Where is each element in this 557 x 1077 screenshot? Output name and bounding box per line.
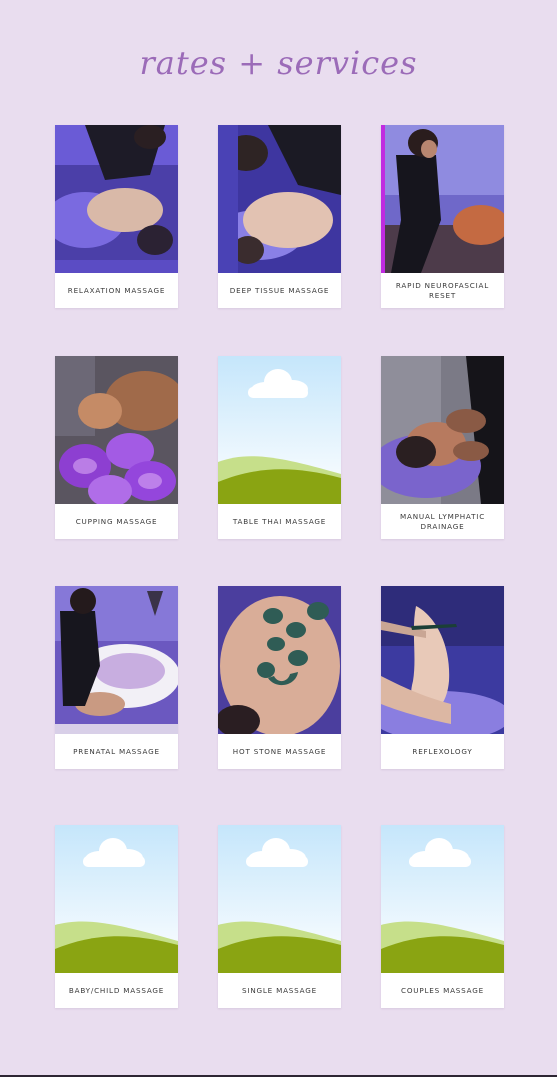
placeholder-landscape-icon xyxy=(55,825,178,973)
placeholder-landscape-icon xyxy=(381,825,504,973)
service-photo xyxy=(55,125,178,273)
service-label: SINGLE MASSAGE xyxy=(242,985,317,995)
service-photo xyxy=(55,586,178,734)
page-title: rates + services xyxy=(139,44,418,82)
service-label: HOT STONE MASSAGE xyxy=(232,746,327,756)
service-label: DEEP TISSUE MASSAGE xyxy=(229,285,330,295)
service-label: TABLE THAI MASSAGE xyxy=(232,516,327,526)
service-card-single-massage[interactable]: SINGLE MASSAGE xyxy=(218,825,341,1008)
service-photo xyxy=(218,586,341,734)
service-label: RELAXATION MASSAGE xyxy=(67,285,166,295)
placeholder-landscape-icon xyxy=(218,356,341,504)
service-card-hot-stone-massage[interactable]: HOT STONE MASSAGE xyxy=(218,586,341,769)
service-card-reflexology[interactable]: REFLEXOLOGY xyxy=(381,586,504,769)
service-photo xyxy=(218,125,341,273)
service-label: CUPPING MASSAGE xyxy=(75,516,158,526)
service-label: RAPID NEUROFASCIAL RESET xyxy=(395,280,490,300)
service-label: PRENATAL MASSAGE xyxy=(73,746,160,756)
service-label: BABY/CHILD MASSAGE xyxy=(68,985,165,995)
service-photo xyxy=(55,356,178,504)
service-card-deep-tissue-massage[interactable]: DEEP TISSUE MASSAGE xyxy=(218,125,341,308)
service-card-manual-lymphatic-drainage[interactable]: MANUAL LYMPHATIC DRAINAGE xyxy=(381,356,504,539)
services-page: rates + services RELAXATION MASSAGE DEEP… xyxy=(0,0,557,1077)
placeholder-landscape-icon xyxy=(218,825,341,973)
service-card-prenatal-massage[interactable]: PRENATAL MASSAGE xyxy=(55,586,178,769)
service-photo xyxy=(381,356,504,504)
service-label: REFLEXOLOGY xyxy=(412,746,473,756)
service-card-rapid-neurofascial-reset[interactable]: RAPID NEUROFASCIAL RESET xyxy=(381,125,504,308)
service-label: COUPLES MASSAGE xyxy=(401,985,484,995)
service-card-table-thai-massage[interactable]: TABLE THAI MASSAGE xyxy=(218,356,341,539)
service-label: MANUAL LYMPHATIC DRAINAGE xyxy=(399,511,486,531)
service-card-couples-massage[interactable]: COUPLES MASSAGE xyxy=(381,825,504,1008)
service-photo xyxy=(381,586,504,734)
service-card-relaxation-massage[interactable]: RELAXATION MASSAGE xyxy=(55,125,178,308)
service-photo xyxy=(381,125,504,273)
service-card-baby-child-massage[interactable]: BABY/CHILD MASSAGE xyxy=(55,825,178,1008)
service-card-cupping-massage[interactable]: CUPPING MASSAGE xyxy=(55,356,178,539)
